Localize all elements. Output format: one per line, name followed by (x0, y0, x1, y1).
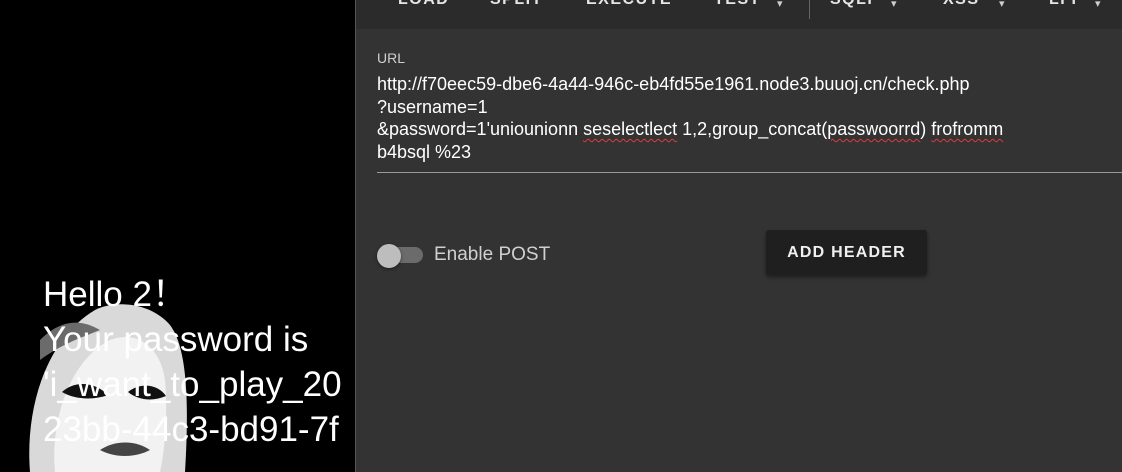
xss-menu-button[interactable]: XSS (943, 0, 980, 12)
xss-chevron-down-icon: ▾ (999, 0, 1005, 10)
hackbar-toolbar: LOAD SPLIT EXECUTE TEST ▾ SQLI ▾ XSS ▾ L… (356, 0, 1122, 29)
password-label-line: Your password is (43, 320, 309, 359)
url-segment: ) (920, 119, 932, 139)
url-segment: 1,2,group_concat( (677, 119, 828, 139)
url-segment: &password=1'uniounionn (377, 119, 584, 139)
sqli-chevron-down-icon: ▾ (891, 0, 897, 10)
url-line-4: b4bsql %23 (377, 141, 472, 162)
result-message: Hello 2！ Your password is 'i_want_to_pla… (43, 272, 356, 452)
result-page: Hello 2！ Your password is 'i_want_to_pla… (0, 0, 356, 472)
spellcheck-segment: seselectlect (583, 119, 678, 139)
lfi-menu-button[interactable]: LFI (1049, 0, 1078, 12)
hackbar-panel: LOAD SPLIT EXECUTE TEST ▾ SQLI ▾ XSS ▾ L… (355, 0, 1122, 472)
url-field-label: URL (377, 50, 406, 66)
add-header-button[interactable]: ADD HEADER (766, 230, 927, 275)
url-input[interactable]: http://f70eec59-dbe6-4a44-946c-eb4fd55e1… (377, 73, 1097, 163)
enable-post-toggle[interactable] (377, 244, 425, 268)
spellcheck-segment: passwoorrd (827, 119, 921, 139)
password-value-line-1: 'i_want_to_play_20 (43, 365, 342, 404)
split-button[interactable]: SPLIT (490, 0, 543, 12)
toolbar-divider (809, 0, 810, 19)
url-line-2: ?username=1 (377, 96, 488, 117)
greeting-line: Hello 2！ (43, 275, 187, 314)
test-chevron-down-icon: ▾ (777, 0, 783, 10)
load-button[interactable]: LOAD (398, 0, 449, 12)
execute-button[interactable]: EXECUTE (586, 0, 672, 12)
enable-post-label: Enable POST (434, 244, 551, 265)
spellcheck-segment: frofromm (931, 119, 1004, 139)
toggle-knob (377, 244, 401, 268)
url-field-underline (377, 172, 1122, 173)
sqli-menu-button[interactable]: SQLI (830, 0, 873, 12)
test-menu-button[interactable]: TEST (714, 0, 761, 12)
password-value-line-2: 23bb-44c3-bd91-7f (43, 410, 339, 449)
url-line-1: http://f70eec59-dbe6-4a44-946c-eb4fd55e1… (377, 74, 970, 94)
lfi-chevron-down-icon: ▾ (1095, 0, 1101, 10)
url-line-3: &password=1'uniounionn seselectlect 1,2,… (377, 119, 1003, 139)
